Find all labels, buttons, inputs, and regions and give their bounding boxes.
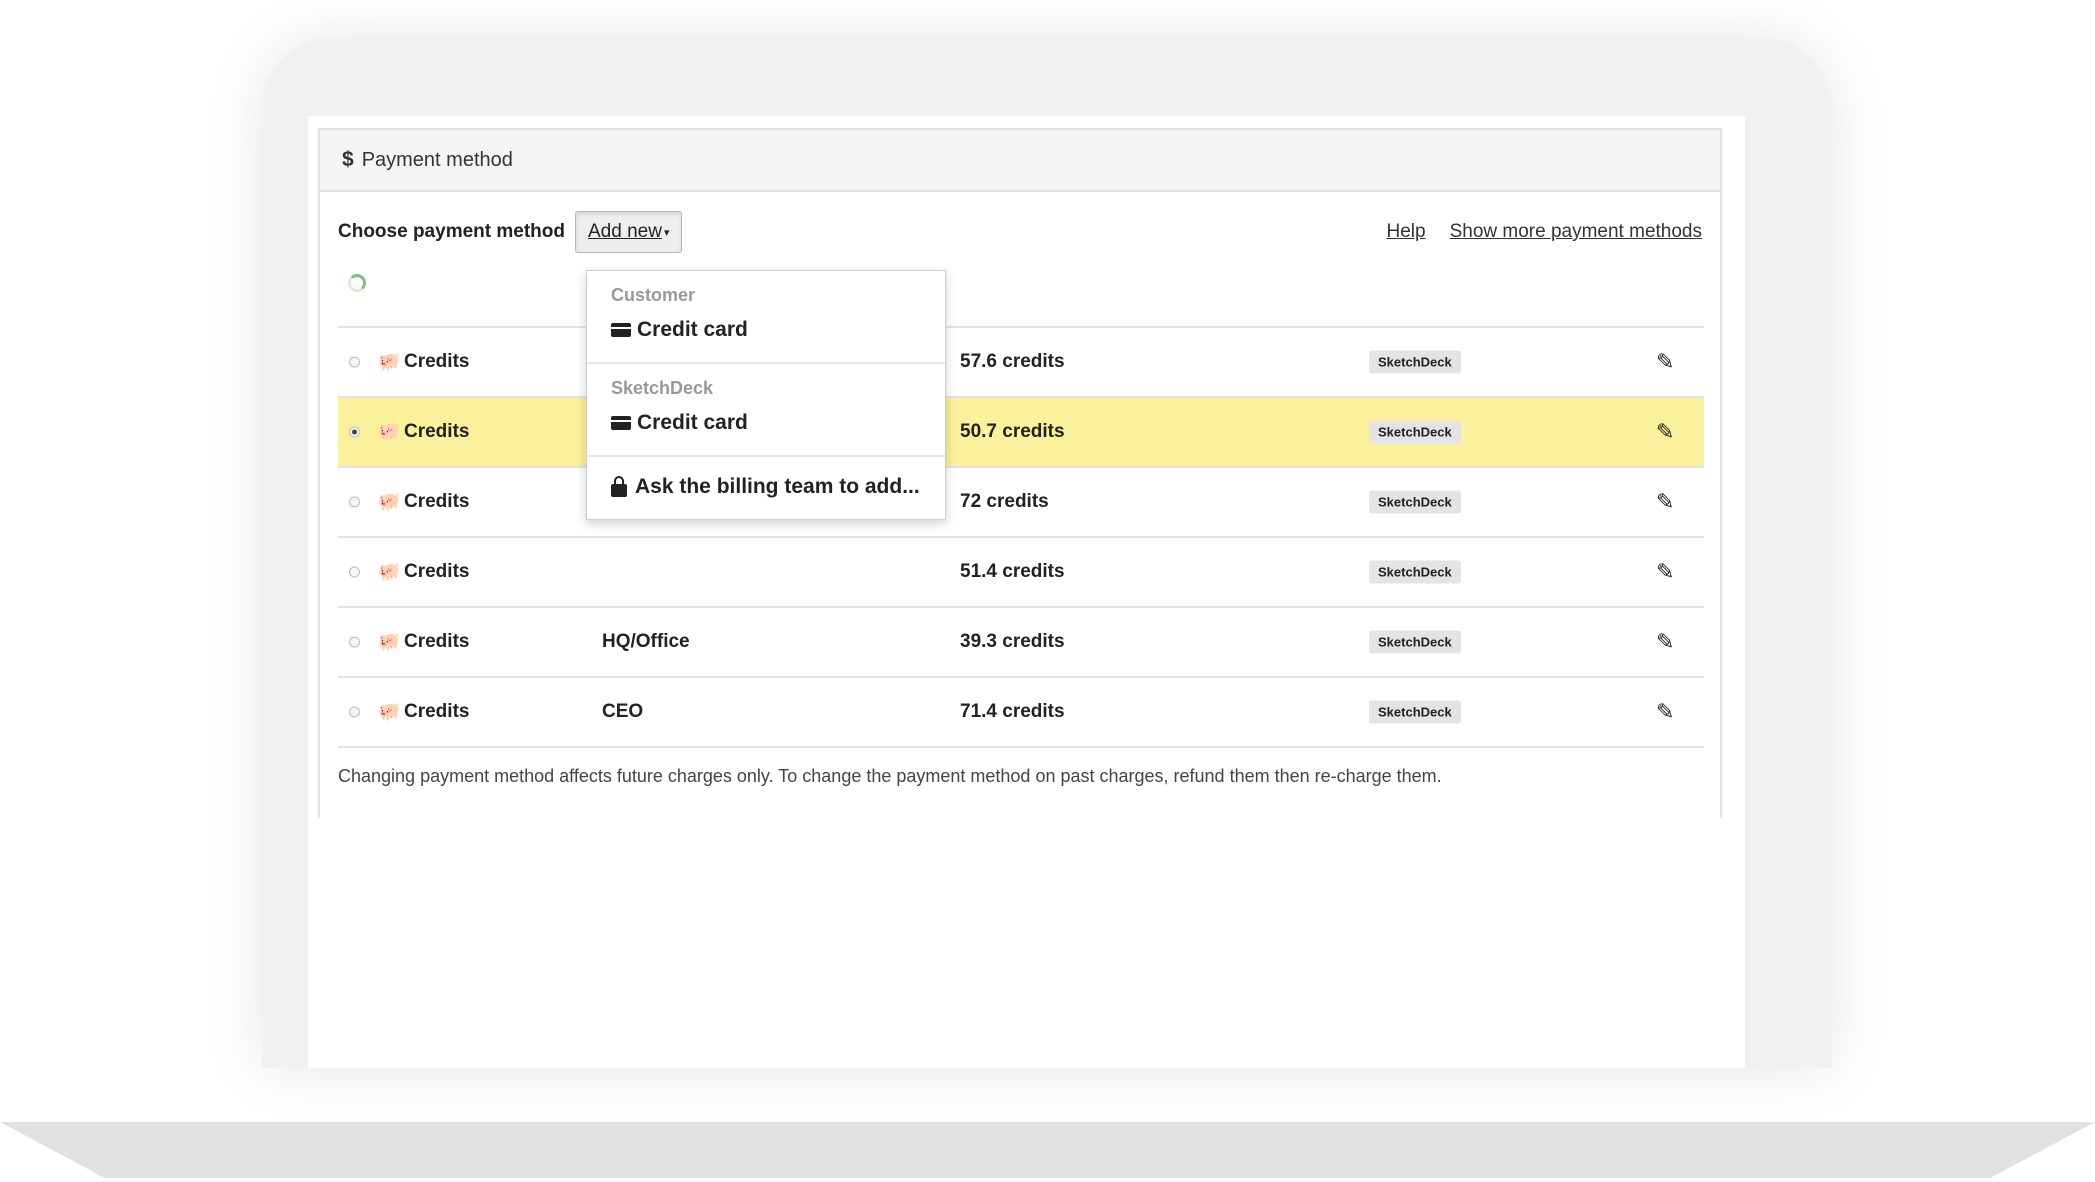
payment-method-name: CEO: [602, 701, 644, 722]
payment-type-label: Credits: [404, 421, 470, 442]
credit-amount: 57.6 credits: [960, 351, 1065, 372]
owner-badge: SketchDeck: [1369, 490, 1461, 514]
choose-payment-label: Choose payment method: [338, 221, 565, 242]
credit-card-icon: [611, 416, 631, 430]
dropdown-item[interactable]: Ask the billing team to add...: [587, 469, 945, 505]
payment-method-radio[interactable]: [349, 706, 360, 718]
owner-badge: SketchDeck: [1369, 630, 1461, 654]
caret-down-icon: ▾: [663, 226, 670, 239]
help-link[interactable]: Help: [1387, 221, 1426, 243]
dropdown-section-header: Customer: [611, 285, 696, 305]
payment-type-label: Credits: [404, 491, 470, 512]
payment-method-panel: $ Payment method Choose payment method A…: [318, 128, 1722, 818]
dropdown-item-label: Ask the billing team to add...: [635, 475, 920, 498]
credit-amount: 51.4 credits: [960, 561, 1065, 582]
payment-method-radio[interactable]: [349, 566, 360, 578]
show-more-payment-methods-link[interactable]: Show more payment methods: [1450, 221, 1702, 243]
dropdown-item[interactable]: Credit card: [587, 405, 945, 441]
dropdown-section: Ask the billing team to add...: [587, 457, 945, 519]
payment-method-row[interactable]: 🐖 Credits 72 credits SketchDeck ✎: [338, 468, 1704, 538]
panel-title: Payment method: [361, 148, 513, 171]
toolbar-links: Help Show more payment methods: [1387, 221, 1702, 243]
laptop-base: [0, 1122, 2095, 1178]
owner-badge: SketchDeck: [1369, 350, 1461, 374]
pencil-edit-icon[interactable]: ✎: [1656, 349, 1674, 375]
pencil-edit-icon[interactable]: ✎: [1656, 559, 1674, 585]
payment-method-radio[interactable]: [349, 356, 360, 368]
pencil-edit-icon[interactable]: ✎: [1656, 419, 1674, 445]
piggy-bank-icon: 🐖: [378, 631, 401, 652]
payment-method-radio[interactable]: [349, 636, 360, 648]
add-new-dropdown-menu: Customer Credit card SketchDeck Credit card…: [586, 270, 946, 520]
pencil-edit-icon[interactable]: ✎: [1656, 629, 1674, 655]
add-new-label: Add new: [587, 221, 662, 242]
dollar-icon: $: [342, 148, 354, 171]
owner-badge: SketchDeck: [1369, 700, 1461, 724]
payment-type-label: Credits: [404, 561, 470, 582]
lock-icon: [611, 475, 627, 497]
footnote: Changing payment method affects future c…: [338, 766, 1442, 786]
app-screen: $ Payment method Choose payment method A…: [308, 116, 1745, 1068]
payment-method-radio[interactable]: [349, 426, 360, 438]
credit-amount: 39.3 credits: [960, 631, 1065, 652]
payment-toolbar: Choose payment method Add new ▾ Help Sho…: [338, 210, 1702, 254]
payment-method-row[interactable]: 🐖 Credits 50.7 credits SketchDeck ✎: [338, 398, 1704, 468]
payment-type-label: Credits: [404, 631, 470, 652]
payment-method-row[interactable]: 🐖 Credits 51.4 credits SketchDeck ✎: [338, 538, 1704, 608]
dropdown-section-header: SketchDeck: [611, 378, 714, 398]
payment-method-row[interactable]: 🐖 Credits HQ/Office 39.3 credits SketchDeck ✎: [338, 608, 1704, 678]
dropdown-item[interactable]: Credit card: [587, 312, 945, 348]
owner-badge: SketchDeck: [1369, 560, 1461, 584]
piggy-bank-icon: 🐖: [378, 491, 401, 512]
dropdown-section: Customer Credit card: [587, 271, 945, 364]
payment-method-radio[interactable]: [349, 496, 360, 508]
panel-header: $ Payment method: [320, 130, 1720, 192]
credit-amount: 71.4 credits: [960, 701, 1065, 722]
owner-badge: SketchDeck: [1369, 420, 1461, 444]
payment-methods-table: 🐖 Credits 57.6 credits SketchDeck ✎ 🐖 Credits 5…: [338, 326, 1704, 748]
credit-amount: 50.7 credits: [960, 421, 1065, 442]
payment-method-row[interactable]: 🐖 Credits CEO 71.4 credits SketchDeck ✎: [338, 678, 1704, 748]
loading-spinner-icon: [348, 274, 366, 292]
piggy-bank-icon: 🐖: [378, 561, 401, 582]
credit-amount: 72 credits: [960, 491, 1049, 512]
payment-type-label: Credits: [404, 351, 470, 372]
credit-card-icon: [611, 323, 631, 337]
dropdown-section: SketchDeck Credit card: [587, 364, 945, 457]
pencil-edit-icon[interactable]: ✎: [1656, 699, 1674, 725]
piggy-bank-icon: 🐖: [378, 351, 401, 372]
payment-type-label: Credits: [404, 701, 470, 722]
dropdown-item-label: Credit card: [637, 411, 748, 434]
piggy-bank-icon: 🐖: [378, 421, 401, 442]
add-new-button[interactable]: Add new ▾: [574, 211, 683, 253]
piggy-bank-icon: 🐖: [378, 701, 401, 722]
payment-method-row[interactable]: 🐖 Credits 57.6 credits SketchDeck ✎: [338, 328, 1704, 398]
dropdown-item-label: Credit card: [637, 318, 748, 341]
pencil-edit-icon[interactable]: ✎: [1656, 489, 1674, 515]
payment-method-name: HQ/Office: [602, 631, 690, 652]
